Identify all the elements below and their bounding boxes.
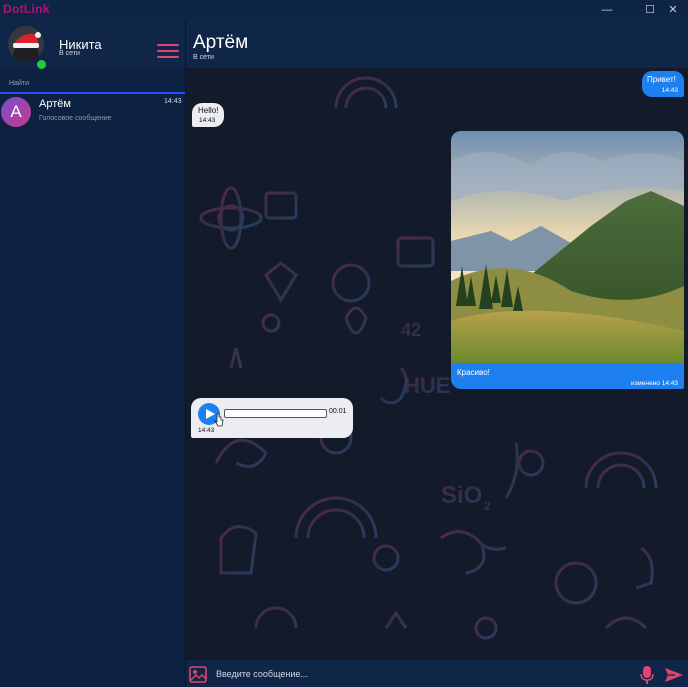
app-title: DotLink xyxy=(3,2,50,16)
online-indicator xyxy=(35,58,48,71)
mountain-landscape-image[interactable] xyxy=(451,131,684,363)
message-outgoing[interactable]: Привет! 14:43 xyxy=(642,71,684,97)
message-text: Hello! xyxy=(198,106,219,115)
profile-status: В сети xyxy=(59,50,80,57)
window-titlebar: DotLink — ☐ ✕ xyxy=(0,0,688,20)
search-field[interactable]: Найти xyxy=(0,76,185,94)
profile-header: Никита В сети xyxy=(0,20,185,71)
chat-last-message: Голосовое сообщение xyxy=(39,115,112,122)
svg-text:42: 42 xyxy=(401,320,421,340)
minimize-button[interactable]: — xyxy=(596,2,618,18)
message-time: 14:43 xyxy=(199,117,216,124)
sidebar: Никита В сети Найти A Артём Голосовое со… xyxy=(0,20,186,687)
voice-message[interactable]: 00:01 14:43 xyxy=(191,398,353,438)
voice-progress-bar[interactable] xyxy=(224,409,327,418)
svg-text:HUE: HUE xyxy=(404,373,450,398)
image-caption: Красиво! xyxy=(457,368,490,377)
message-list: HUE SiO 2 42 Привет! 14:43 Hello! 14:43 xyxy=(186,68,688,660)
svg-text:2: 2 xyxy=(484,499,491,513)
microphone-icon[interactable] xyxy=(640,665,654,685)
chat-time: 14:43 xyxy=(164,98,182,105)
chat-list-item[interactable]: A Артём Голосовое сообщение 14:43 xyxy=(0,94,185,130)
image-icon[interactable] xyxy=(189,666,207,683)
message-time: 14:43 xyxy=(661,87,678,94)
close-button[interactable]: ✕ xyxy=(662,2,684,18)
peer-name: Артём xyxy=(193,32,249,53)
avatar[interactable] xyxy=(8,26,44,62)
voice-duration: 00:01 xyxy=(329,408,347,415)
message-incoming[interactable]: Hello! 14:43 xyxy=(192,103,224,127)
santa-hat-avatar-icon xyxy=(8,26,44,62)
message-input[interactable] xyxy=(216,664,616,683)
mouse-pointer-icon xyxy=(214,413,224,427)
search-placeholder: Найти xyxy=(9,80,29,87)
svg-text:SiO: SiO xyxy=(441,482,482,509)
send-icon[interactable] xyxy=(664,667,684,683)
message-time: 14:43 xyxy=(198,427,215,434)
message-outgoing-image[interactable]: Красиво! изменено 14:43 xyxy=(451,131,684,389)
message-time: изменено 14:43 xyxy=(630,380,678,387)
message-composer xyxy=(186,660,688,687)
peer-status: В сети xyxy=(193,54,214,61)
chat-name: Артём xyxy=(39,98,71,110)
hamburger-menu-icon[interactable] xyxy=(157,44,179,61)
chat-avatar: A xyxy=(1,97,31,127)
maximize-button[interactable]: ☐ xyxy=(639,2,661,18)
chat-header: Артём В сети xyxy=(186,20,688,68)
message-text: Привет! xyxy=(647,75,676,84)
